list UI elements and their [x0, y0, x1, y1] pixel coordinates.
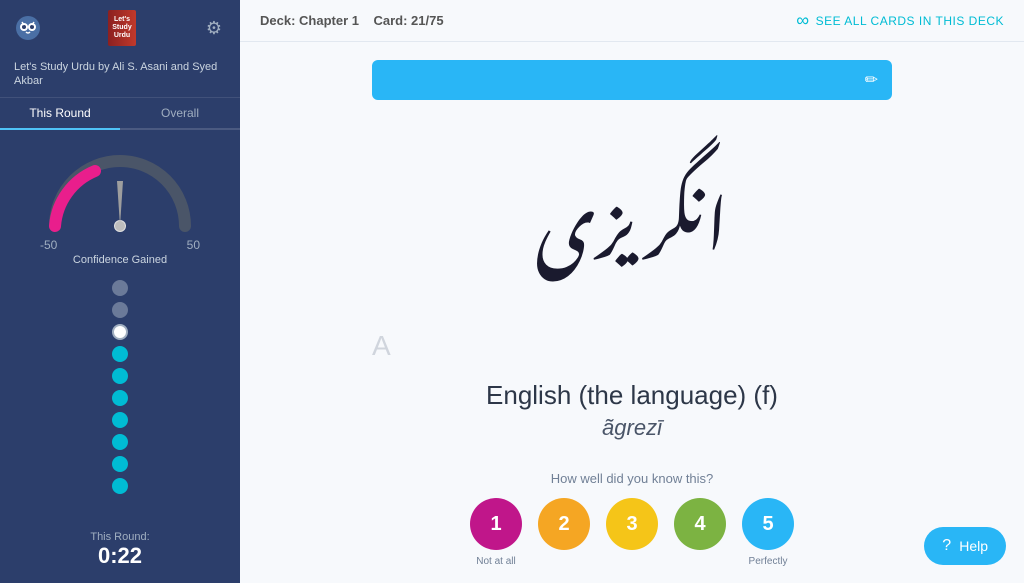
rating-btn-5[interactable]: 5: [742, 498, 794, 550]
translation-hint: A: [372, 330, 391, 362]
book-title: Let's Study Urdu by Ali S. Asani and Sye…: [0, 56, 240, 98]
card-area: ✏ انگریزی A English (the language) (f) ã…: [240, 42, 1024, 583]
rating-label-4: [674, 556, 726, 567]
tab-overall[interactable]: Overall: [120, 98, 240, 128]
see-all-text: SEE ALL CARDS IN THIS DECK: [816, 14, 1004, 28]
edit-icon[interactable]: ✏: [865, 70, 878, 90]
rating-label-2: [538, 556, 590, 567]
confidence-label: Confidence Gained: [73, 254, 167, 266]
gauge-labels: -50 50: [40, 238, 200, 252]
dot-5: [112, 368, 128, 384]
timer-value: 0:22: [90, 543, 149, 569]
confidence-gauge: -50 50 Confidence Gained: [0, 130, 240, 274]
sidebar-header: Let's Study Urdu ⚙: [0, 0, 240, 56]
rating-labels: Not at all Perfectly: [470, 556, 794, 567]
help-button[interactable]: ? Help: [924, 527, 1006, 565]
progress-dots: [112, 280, 128, 521]
dot-1: [112, 280, 128, 296]
english-text: English (the language) (f): [486, 380, 778, 411]
dot-3: [112, 324, 128, 340]
rating-btn-3[interactable]: 3: [606, 498, 658, 550]
rating-question: How well did you know this?: [551, 471, 714, 486]
round-tabs: This Round Overall: [0, 98, 240, 130]
dot-7: [112, 412, 128, 428]
rating-section: How well did you know this? 1 2 3 4 5 No…: [470, 471, 794, 567]
urdu-text: انگریزی: [535, 120, 729, 300]
rating-btn-4[interactable]: 4: [674, 498, 726, 550]
app-logo: [14, 14, 42, 42]
dot-4: [112, 346, 128, 362]
deck-label: Deck:: [260, 13, 295, 28]
romanized-text: ãgrezī: [602, 415, 662, 441]
rating-buttons: 1 2 3 4 5: [470, 498, 794, 550]
rating-label-3: [606, 556, 658, 567]
settings-icon[interactable]: ⚙: [202, 16, 226, 40]
gauge-visual: [40, 146, 200, 236]
infinity-icon: ∞: [796, 10, 809, 31]
dot-10: [112, 478, 128, 494]
card-header-bar: ✏: [372, 60, 892, 100]
help-icon: ?: [942, 537, 951, 555]
main-content: Deck: Chapter 1 Card: 21/75 ∞ SEE ALL CA…: [240, 0, 1024, 583]
deck-info: Deck: Chapter 1 Card: 21/75: [260, 13, 444, 28]
dot-9: [112, 456, 128, 472]
tab-this-round[interactable]: This Round: [0, 98, 120, 130]
book-icon[interactable]: Let's Study Urdu: [108, 10, 136, 46]
gauge-max: 50: [187, 238, 200, 252]
deck-name: Chapter 1: [299, 13, 359, 28]
top-bar: Deck: Chapter 1 Card: 21/75 ∞ SEE ALL CA…: [240, 0, 1024, 42]
dot-2: [112, 302, 128, 318]
see-all-link[interactable]: ∞ SEE ALL CARDS IN THIS DECK: [796, 10, 1004, 31]
timer-label: This Round:: [90, 531, 149, 543]
rating-btn-2[interactable]: 2: [538, 498, 590, 550]
rating-label-5: Perfectly: [742, 556, 794, 567]
help-label: Help: [959, 538, 988, 554]
dot-6: [112, 390, 128, 406]
timer-section: This Round: 0:22: [90, 521, 149, 583]
rating-btn-1[interactable]: 1: [470, 498, 522, 550]
sidebar: Let's Study Urdu ⚙ Let's Study Urdu by A…: [0, 0, 240, 583]
dot-8: [112, 434, 128, 450]
card-label: Card:: [373, 13, 407, 28]
card-value: 21/75: [411, 13, 444, 28]
rating-label-1: Not at all: [470, 556, 522, 567]
gauge-min: -50: [40, 238, 57, 252]
